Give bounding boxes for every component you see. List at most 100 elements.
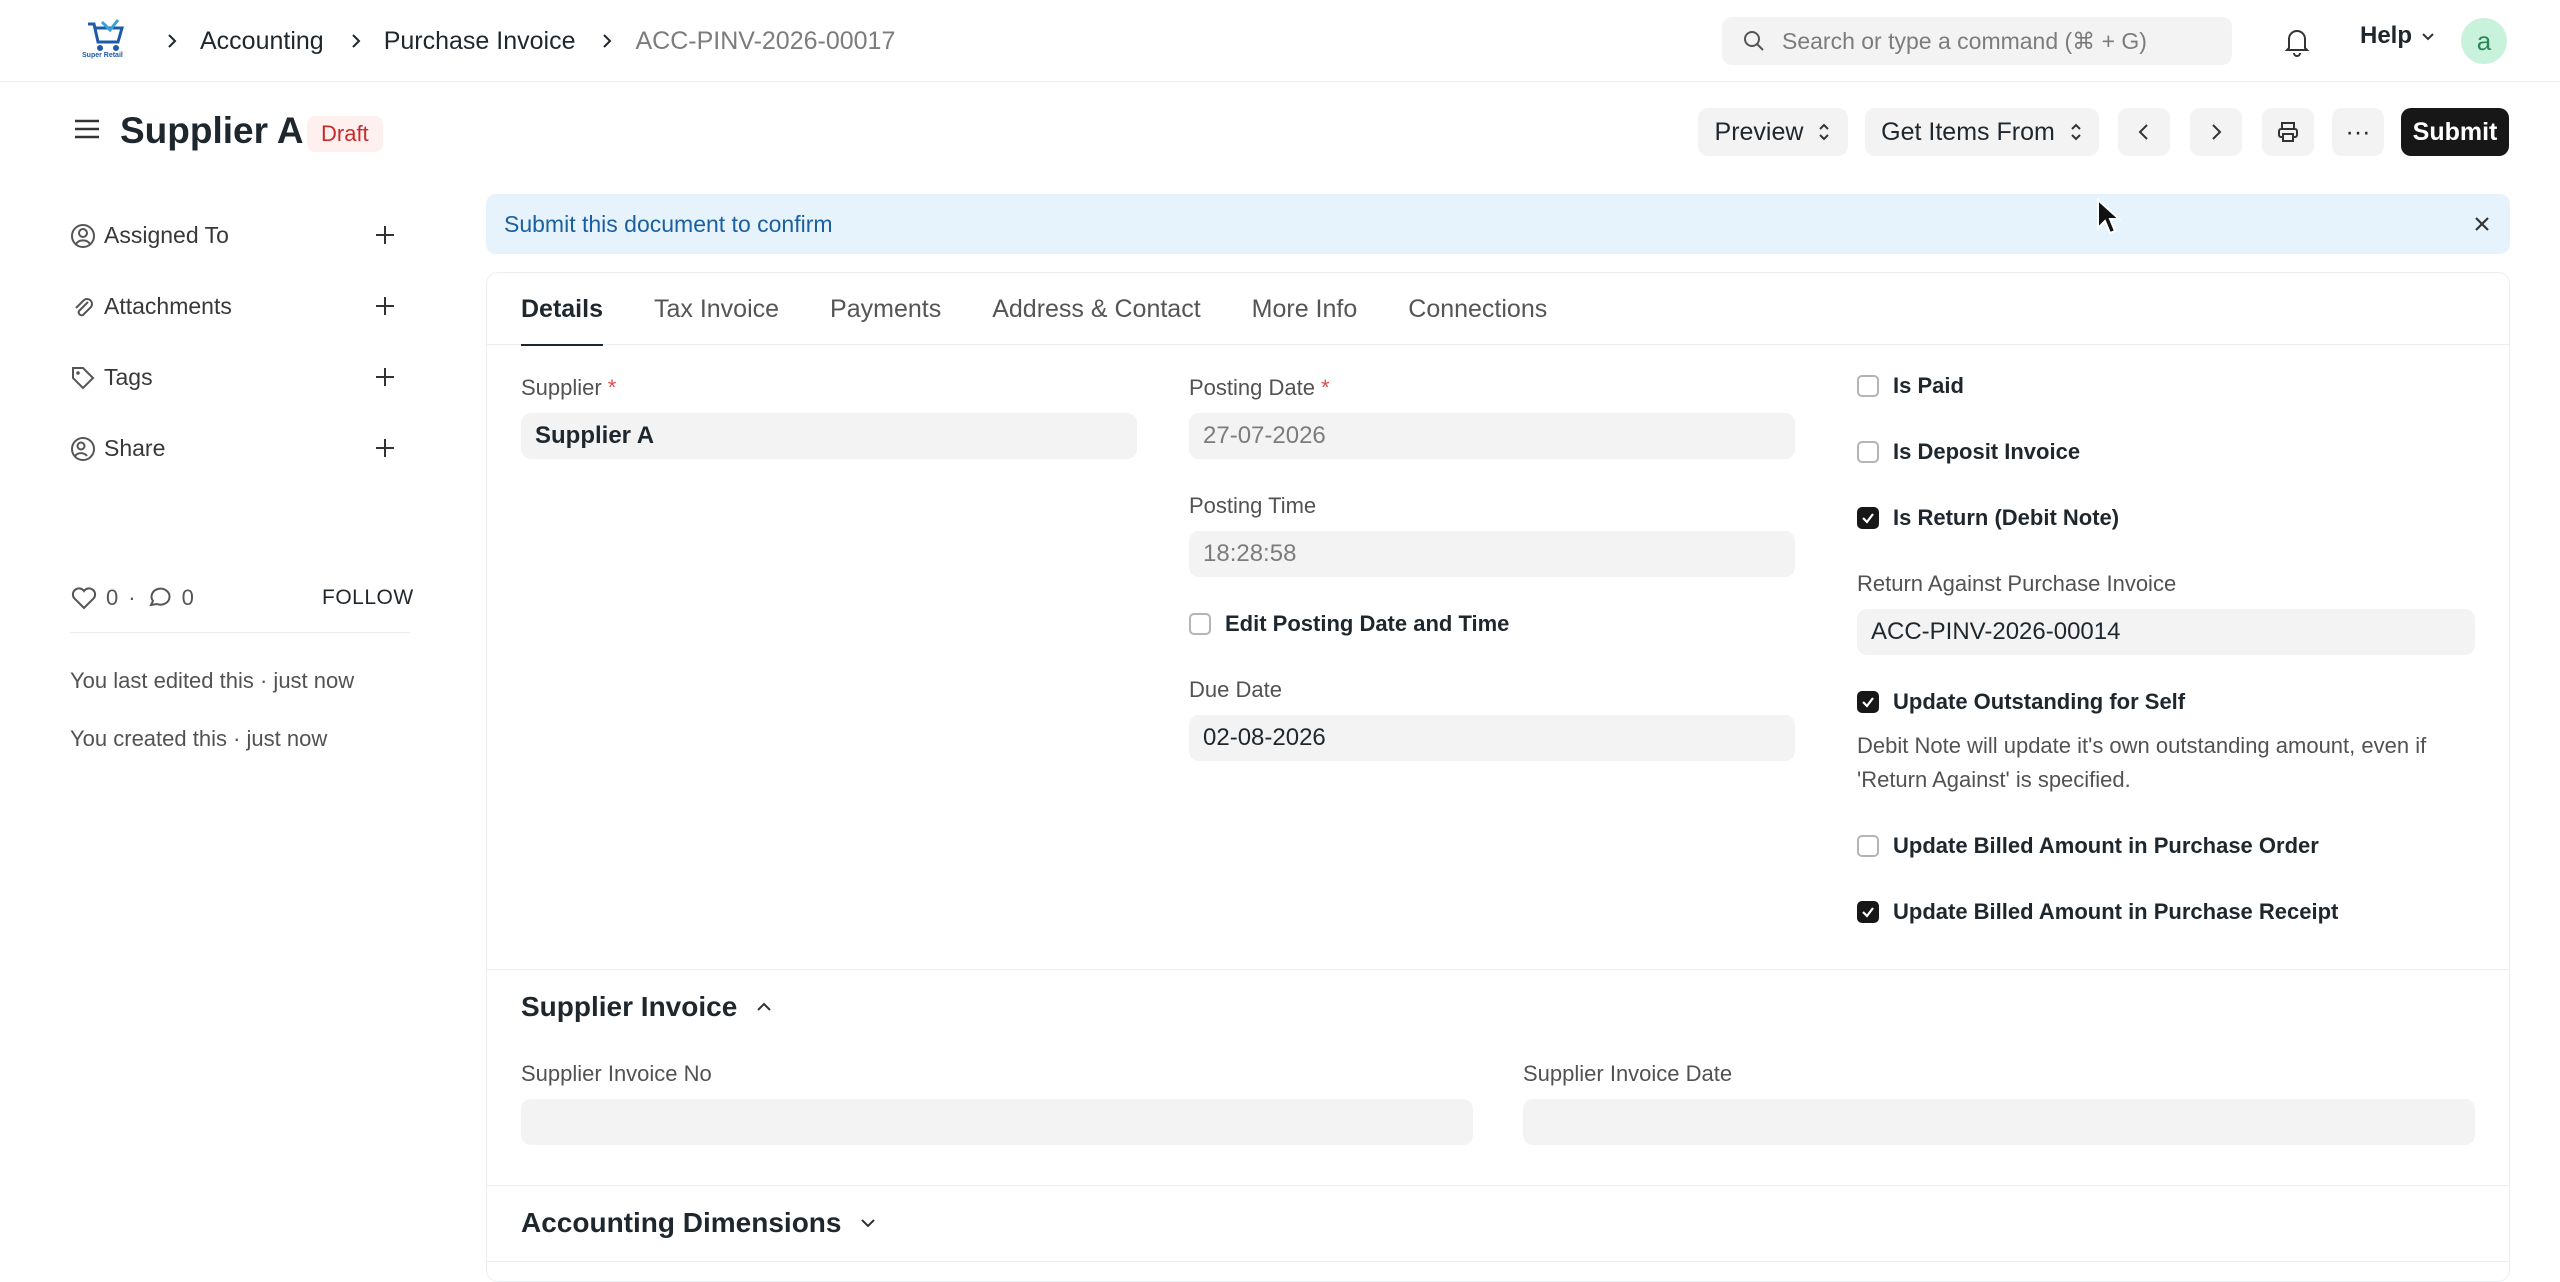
logo-text: Super Retail xyxy=(82,52,123,59)
section-divider xyxy=(487,1261,2509,1262)
preview-button[interactable]: Preview xyxy=(1698,108,1848,156)
update-outstanding-label: Update Outstanding for Self xyxy=(1893,689,2186,714)
like-count: 0 xyxy=(106,585,119,610)
preview-label: Preview xyxy=(1714,117,1804,146)
follow-button[interactable]: FOLLOW xyxy=(322,586,414,610)
tab-more-info[interactable]: More Info xyxy=(1252,273,1358,345)
sidebar-item-label: Assigned To xyxy=(104,222,229,248)
plus-icon[interactable] xyxy=(372,222,398,248)
posting-date-field[interactable]: 27-07-2026 xyxy=(1189,413,1795,459)
supplier-invoice-section-header[interactable]: Supplier Invoice xyxy=(521,991,775,1023)
breadcrumb-current[interactable]: ACC-PINV-2026-00017 xyxy=(635,27,895,56)
print-button[interactable] xyxy=(2262,108,2314,156)
activity-created: You created this · just now xyxy=(70,726,328,751)
tab-tax-invoice[interactable]: Tax Invoice xyxy=(654,273,779,345)
chevron-left-icon xyxy=(2138,124,2148,140)
checkbox-box-checked[interactable] xyxy=(1857,901,1879,923)
user-icon xyxy=(71,223,95,248)
return-against-label: Return Against Purchase Invoice xyxy=(1857,571,2177,596)
comment-icon[interactable] xyxy=(146,585,174,611)
heart-icon[interactable] xyxy=(70,585,98,611)
previous-record-button[interactable] xyxy=(2118,108,2170,156)
chevron-right-icon xyxy=(593,27,621,55)
search-input[interactable] xyxy=(1782,27,2202,55)
plus-icon[interactable] xyxy=(372,293,398,319)
supplier-invoice-heading: Supplier Invoice xyxy=(521,991,738,1022)
supplier-invoice-no-label: Supplier Invoice No xyxy=(521,1061,712,1086)
app-logo[interactable]: Super Retail xyxy=(80,18,130,64)
update-billed-po-checkbox[interactable]: Update Billed Amount in Purchase Order xyxy=(1857,833,2319,859)
checkbox-box-checked[interactable] xyxy=(1857,507,1879,529)
sidebar-item-label: Attachments xyxy=(104,293,232,319)
update-outstanding-description: Debit Note will update it's own outstand… xyxy=(1857,733,2427,792)
is-deposit-checkbox[interactable]: Is Deposit Invoice xyxy=(1857,439,2080,465)
required-marker: * xyxy=(607,375,617,400)
select-arrows-icon xyxy=(1819,123,1830,141)
accounting-dimensions-section-header[interactable]: Accounting Dimensions xyxy=(521,1207,879,1239)
chevron-down-icon xyxy=(2422,33,2434,41)
posting-time-label: Posting Time xyxy=(1189,493,1317,518)
mouse-cursor-icon xyxy=(2097,198,2122,235)
update-billed-pr-label: Update Billed Amount in Purchase Receipt xyxy=(1893,899,2339,924)
breadcrumb-accounting[interactable]: Accounting xyxy=(200,27,324,56)
close-icon[interactable] xyxy=(2468,210,2496,238)
supplier-invoice-date-field[interactable] xyxy=(1523,1099,2475,1145)
submit-button[interactable]: Submit xyxy=(2401,108,2509,156)
check-icon xyxy=(1862,513,1874,524)
update-billed-po-label: Update Billed Amount in Purchase Order xyxy=(1893,833,2319,858)
bell-icon[interactable] xyxy=(2280,24,2314,58)
chevron-down-icon[interactable] xyxy=(857,1212,879,1234)
avatar[interactable]: a xyxy=(2461,18,2507,64)
get-items-from-button[interactable]: Get Items From xyxy=(1865,108,2099,156)
tab-connections[interactable]: Connections xyxy=(1408,273,1547,345)
section-divider xyxy=(487,1185,2509,1186)
next-record-button[interactable] xyxy=(2190,108,2242,156)
return-against-field[interactable]: ACC-PINV-2026-00014 xyxy=(1857,609,2475,655)
more-actions-button[interactable]: ··· xyxy=(2332,108,2384,156)
tab-payments[interactable]: Payments xyxy=(830,273,941,345)
help-menu[interactable]: Help xyxy=(2360,22,2436,50)
sidebar-item-label: Tags xyxy=(104,364,153,390)
chevron-right-icon xyxy=(158,27,186,55)
checkbox-box[interactable] xyxy=(1857,375,1879,397)
plus-icon[interactable] xyxy=(372,364,398,390)
tag-icon xyxy=(72,366,95,389)
is-return-checkbox[interactable]: Is Return (Debit Note) xyxy=(1857,505,2119,531)
checkbox-box[interactable] xyxy=(1857,835,1879,857)
chevron-up-icon[interactable] xyxy=(753,996,775,1018)
form-tabs: Details Tax Invoice Payments Address & C… xyxy=(487,273,2509,346)
supplier-invoice-no-field[interactable] xyxy=(521,1099,1473,1145)
chevron-right-icon xyxy=(2212,124,2222,140)
sidebar-divider xyxy=(70,632,410,633)
submit-alert: Submit this document to confirm xyxy=(486,194,2510,254)
share-icon xyxy=(71,436,95,461)
update-outstanding-checkbox[interactable]: Update Outstanding for Self xyxy=(1857,689,2185,715)
supplier-field[interactable]: Supplier A xyxy=(521,413,1137,459)
breadcrumb-purchase-invoice[interactable]: Purchase Invoice xyxy=(384,27,576,56)
alert-message: Submit this document to confirm xyxy=(504,210,833,237)
posting-time-field[interactable]: 18:28:58 xyxy=(1189,531,1795,577)
sidebar-item-assigned-to[interactable]: Assigned To xyxy=(70,200,410,271)
tab-address-contact[interactable]: Address & Contact xyxy=(992,273,1200,345)
search-bar[interactable] xyxy=(1722,17,2232,65)
sidebar-toggle-icon[interactable] xyxy=(72,114,102,144)
sidebar-item-share[interactable]: Share xyxy=(70,413,410,484)
edit-posting-label: Edit Posting Date and Time xyxy=(1225,611,1510,636)
posting-date-label: Posting Date * xyxy=(1189,375,1330,401)
posting-date-label-text: Posting Date xyxy=(1189,375,1315,400)
chevron-right-icon xyxy=(342,27,370,55)
sidebar-item-attachments[interactable]: Attachments xyxy=(70,271,410,342)
checkbox-box[interactable] xyxy=(1857,441,1879,463)
sidebar-item-tags[interactable]: Tags xyxy=(70,342,410,413)
plus-icon[interactable] xyxy=(372,435,398,461)
is-return-label: Is Return (Debit Note) xyxy=(1893,505,2120,530)
is-paid-checkbox[interactable]: Is Paid xyxy=(1857,373,1964,399)
due-date-field[interactable]: 02-08-2026 xyxy=(1189,715,1795,761)
page-head: Supplier A Draft Preview Get Items From … xyxy=(0,82,2560,184)
checkbox-box[interactable] xyxy=(1189,613,1211,635)
tab-details[interactable]: Details xyxy=(521,273,603,346)
edit-posting-checkbox[interactable]: Edit Posting Date and Time xyxy=(1189,611,1509,637)
checkbox-box-checked[interactable] xyxy=(1857,691,1879,713)
section-divider xyxy=(487,969,2509,970)
update-billed-pr-checkbox[interactable]: Update Billed Amount in Purchase Receipt xyxy=(1857,899,2338,925)
